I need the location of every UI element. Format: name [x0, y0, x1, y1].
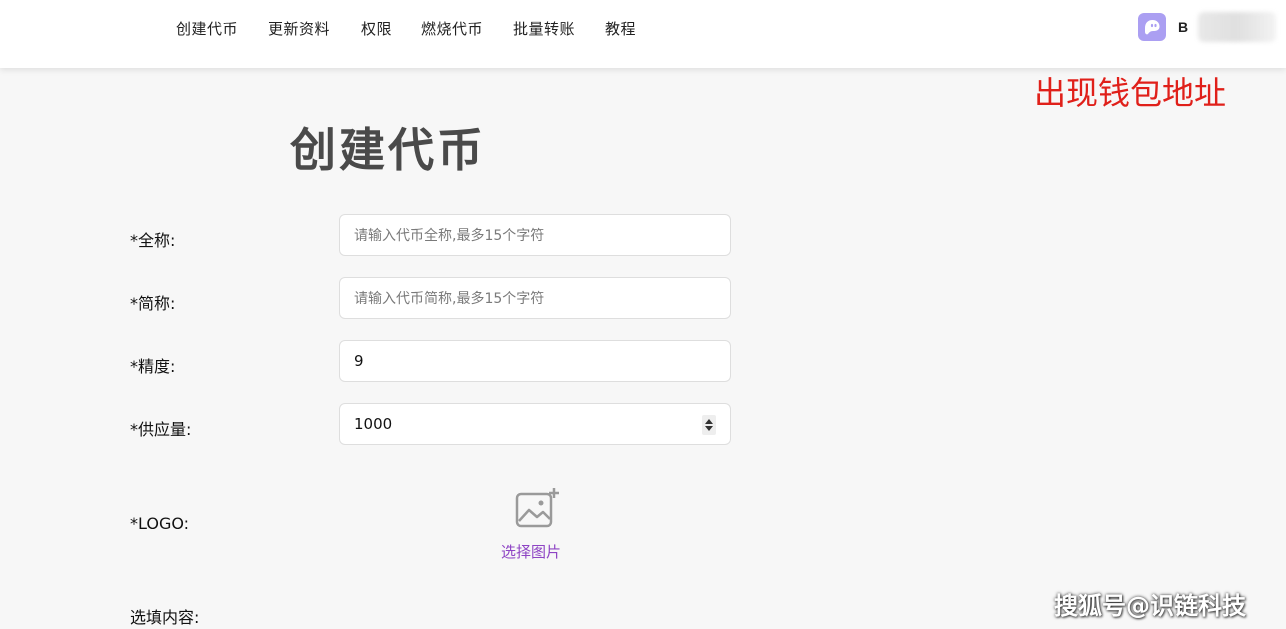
add-image-icon: [515, 488, 559, 528]
stepper-up-icon[interactable]: [705, 419, 713, 424]
supply-label: *供应量:: [130, 420, 192, 439]
short-name-label: *简称:: [130, 294, 176, 313]
optional-content-label: 选填内容:: [130, 608, 200, 627]
annotation-text: 出现钱包地址: [1034, 74, 1227, 112]
nav-item-burn-token[interactable]: 燃烧代币: [421, 18, 483, 39]
wallet-button[interactable]: B: [1138, 12, 1188, 42]
nav-item-batch-transfer[interactable]: 批量转账: [513, 18, 575, 39]
page-title: 创建代币: [290, 123, 486, 177]
wallet-address: B: [1178, 19, 1189, 35]
short-name-input[interactable]: [339, 277, 731, 319]
nav-item-tutorial[interactable]: 教程: [605, 18, 636, 39]
full-name-label: *全称:: [130, 231, 176, 250]
watermark: 搜狐号@识链科技: [1054, 592, 1246, 620]
nav-item-permissions[interactable]: 权限: [361, 18, 392, 39]
full-name-input[interactable]: [339, 214, 731, 256]
top-nav-bar: 创建代币 更新资料 权限 燃烧代币 批量转账 教程 B: [0, 0, 1286, 68]
supply-input[interactable]: [339, 403, 731, 445]
upload-image-label[interactable]: 选择图片: [501, 541, 561, 562]
nav-item-create-token[interactable]: 创建代币: [176, 18, 238, 39]
decimals-label: *精度:: [130, 357, 176, 376]
phantom-ghost-icon: [1138, 13, 1166, 41]
logo-label: *LOGO:: [130, 514, 190, 533]
wallet-address-blur: [1198, 12, 1276, 42]
nav-item-update-info[interactable]: 更新资料: [268, 18, 330, 39]
supply-stepper[interactable]: [702, 415, 716, 435]
stepper-down-icon[interactable]: [705, 426, 713, 431]
decimals-input[interactable]: [339, 340, 731, 382]
